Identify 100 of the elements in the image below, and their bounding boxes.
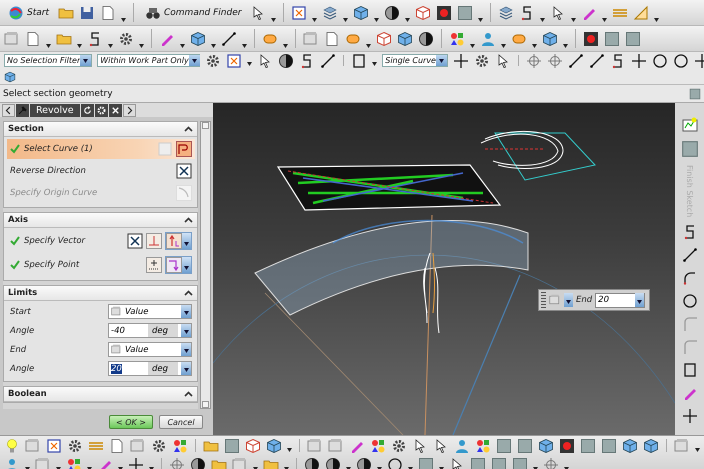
caret-icon[interactable] — [566, 300, 571, 304]
dialog-button[interactable]: < OK > — [109, 415, 153, 429]
cube-icon[interactable] — [643, 438, 659, 454]
chevron-up-icon[interactable] — [184, 217, 193, 223]
cube-icon[interactable] — [190, 30, 206, 46]
dialog-button[interactable]: Cancel — [159, 415, 203, 429]
selection-filter-dropdown[interactable]: No Selection Filter — [4, 54, 92, 67]
square-icon[interactable] — [457, 4, 474, 20]
scope-dropdown[interactable]: Within Work Part Only — [97, 54, 200, 67]
person-icon[interactable] — [480, 30, 496, 46]
caret-icon[interactable] — [478, 18, 484, 22]
caret-icon[interactable] — [571, 18, 576, 22]
half-disc-icon[interactable] — [418, 30, 434, 46]
record-icon[interactable] — [583, 30, 599, 46]
cube-outline-icon[interactable] — [245, 438, 261, 454]
curve-rule-dropdown[interactable]: Single Curve — [382, 54, 448, 67]
layers-icon[interactable] — [322, 4, 338, 20]
vector-dropdown[interactable] — [165, 232, 192, 250]
gear-icon[interactable] — [96, 104, 107, 116]
cube-icon[interactable] — [4, 70, 16, 82]
scrollbar[interactable] — [200, 121, 211, 409]
plus-icon[interactable] — [682, 408, 698, 424]
caret-icon[interactable] — [192, 59, 197, 63]
caret-icon[interactable] — [184, 311, 188, 315]
caret-icon[interactable] — [372, 62, 378, 66]
caret-icon[interactable] — [343, 18, 348, 22]
record-icon[interactable] — [559, 438, 575, 454]
shapes-icon[interactable] — [449, 30, 465, 46]
square-icon[interactable] — [496, 438, 512, 454]
framed-cross-icon[interactable] — [291, 4, 308, 20]
caret-icon[interactable] — [184, 242, 189, 246]
caret-icon[interactable] — [287, 448, 292, 452]
square-icon[interactable] — [224, 438, 240, 454]
selection-step-row[interactable]: Reverse Direction — [7, 161, 195, 181]
cube-icon[interactable] — [542, 30, 558, 46]
caret-icon[interactable] — [184, 368, 188, 372]
caret-icon[interactable] — [271, 18, 276, 22]
record-icon[interactable] — [436, 4, 452, 20]
angle-input-field[interactable]: -40 deg — [108, 323, 192, 338]
circle-icon[interactable] — [672, 52, 689, 68]
crosshair-icon[interactable] — [526, 52, 542, 68]
caret-icon[interactable] — [242, 44, 247, 48]
caret-icon[interactable] — [637, 300, 642, 304]
square-icon[interactable] — [580, 438, 596, 454]
caret-icon[interactable] — [532, 44, 537, 48]
cube-icon[interactable] — [397, 30, 413, 46]
plus-icon[interactable] — [630, 52, 647, 68]
sketch-icon[interactable] — [682, 117, 698, 133]
square-icon[interactable] — [689, 88, 701, 100]
framed-cross-icon[interactable] — [46, 438, 62, 454]
arc-icon[interactable] — [682, 270, 698, 286]
start-menu-button[interactable]: Start — [4, 2, 53, 23]
point-cross-icon[interactable] — [146, 257, 162, 273]
angle-input-field[interactable]: 20 deg — [108, 361, 192, 376]
caret-icon[interactable] — [247, 62, 252, 66]
half-disc-icon[interactable] — [384, 4, 400, 20]
caret-icon[interactable] — [139, 44, 144, 48]
caret-icon[interactable] — [83, 59, 88, 63]
chevron-up-icon[interactable] — [184, 126, 193, 132]
document-icon[interactable] — [232, 456, 248, 469]
caret-icon[interactable] — [77, 44, 82, 48]
gear-icon[interactable] — [67, 438, 83, 454]
caret-icon[interactable] — [470, 44, 475, 48]
line-icon[interactable] — [221, 30, 237, 46]
gear-icon[interactable] — [205, 52, 222, 68]
framed-cross-icon[interactable] — [127, 233, 143, 249]
square-icon[interactable] — [625, 30, 641, 46]
rectangle-icon[interactable] — [682, 362, 698, 378]
gear-icon[interactable] — [118, 30, 134, 46]
square-icon[interactable] — [680, 140, 698, 158]
caret-icon[interactable] — [540, 18, 546, 22]
page-icon[interactable] — [324, 30, 340, 46]
caret-icon[interactable] — [184, 266, 189, 270]
circular-arrow-icon[interactable] — [82, 104, 93, 116]
shapes-icon[interactable] — [172, 438, 188, 454]
chevron-up-icon[interactable] — [184, 290, 193, 296]
cube-icon[interactable] — [266, 438, 282, 454]
caret-icon[interactable] — [695, 448, 700, 452]
vector-dropdown[interactable] — [165, 256, 192, 274]
end-input-field[interactable]: 20 — [595, 292, 646, 308]
selection-step-row[interactable]: Select Curve (1) — [7, 139, 195, 159]
circle-icon[interactable] — [652, 52, 668, 68]
caret-icon[interactable] — [438, 59, 444, 63]
crosshair-icon[interactable] — [546, 52, 563, 68]
document-icon[interactable] — [4, 30, 20, 46]
caret-icon[interactable] — [184, 330, 188, 334]
line-icon[interactable] — [588, 52, 605, 68]
caret-icon[interactable] — [180, 44, 185, 48]
gear-icon[interactable] — [151, 438, 167, 454]
line-icon[interactable] — [320, 52, 336, 68]
framed-cross-icon[interactable] — [176, 163, 192, 179]
rectangle-icon[interactable] — [351, 52, 368, 68]
square-icon[interactable] — [604, 30, 620, 46]
plus-icon[interactable] — [128, 456, 144, 469]
caret-icon[interactable] — [283, 44, 288, 48]
cube-icon[interactable] — [622, 438, 638, 454]
caret-icon[interactable] — [602, 18, 608, 22]
caret-icon[interactable] — [46, 44, 51, 48]
gear-icon[interactable] — [474, 52, 490, 68]
line-icon[interactable] — [568, 52, 584, 68]
